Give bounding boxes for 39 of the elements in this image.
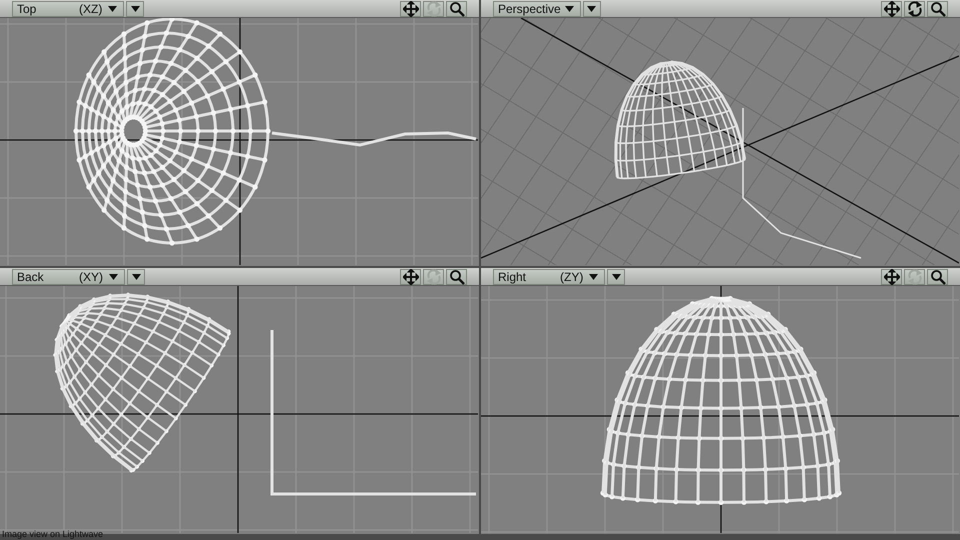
search-icon [930, 0, 946, 16]
caret-icon [564, 6, 574, 12]
search-icon [930, 268, 946, 284]
move-button[interactable] [400, 0, 421, 16]
caret-icon [589, 274, 598, 280]
view-menu-button[interactable]: Right (ZY) [493, 268, 606, 284]
search-icon [448, 0, 464, 16]
options-menu-button[interactable] [607, 268, 626, 284]
caret-icon [130, 6, 140, 12]
rotate-icon [906, 268, 922, 284]
caret-icon [612, 274, 621, 280]
options-menu-button[interactable] [582, 0, 601, 16]
rotate-icon [906, 0, 922, 16]
search-button[interactable] [446, 0, 467, 16]
caret-icon [109, 274, 118, 280]
caption-text: Image view on Lightwave [2, 529, 104, 539]
view-menu-button[interactable]: Back (XY) [12, 268, 125, 284]
options-menu-button[interactable] [127, 268, 145, 284]
view-menu-button[interactable]: Perspective [493, 0, 581, 16]
move-icon [884, 0, 900, 16]
move-icon [402, 268, 418, 284]
viewport[interactable] [0, 18, 478, 265]
search-button[interactable] [927, 268, 948, 284]
search-button[interactable] [927, 0, 948, 16]
search-icon [448, 268, 464, 284]
view-menu-button[interactable]: Top (XZ) [12, 0, 124, 16]
move-icon [884, 268, 900, 284]
caret-icon [108, 6, 118, 12]
search-button[interactable] [446, 268, 467, 284]
move-button[interactable] [881, 268, 902, 284]
move-icon [402, 0, 418, 16]
move-button[interactable] [881, 0, 902, 16]
rotate-button[interactable] [904, 0, 925, 16]
rotate-icon [426, 268, 442, 284]
caret-icon [587, 6, 596, 12]
caret-icon [132, 274, 140, 280]
rotate-icon [426, 0, 442, 16]
move-button[interactable] [400, 268, 421, 284]
options-menu-button[interactable] [126, 0, 144, 16]
